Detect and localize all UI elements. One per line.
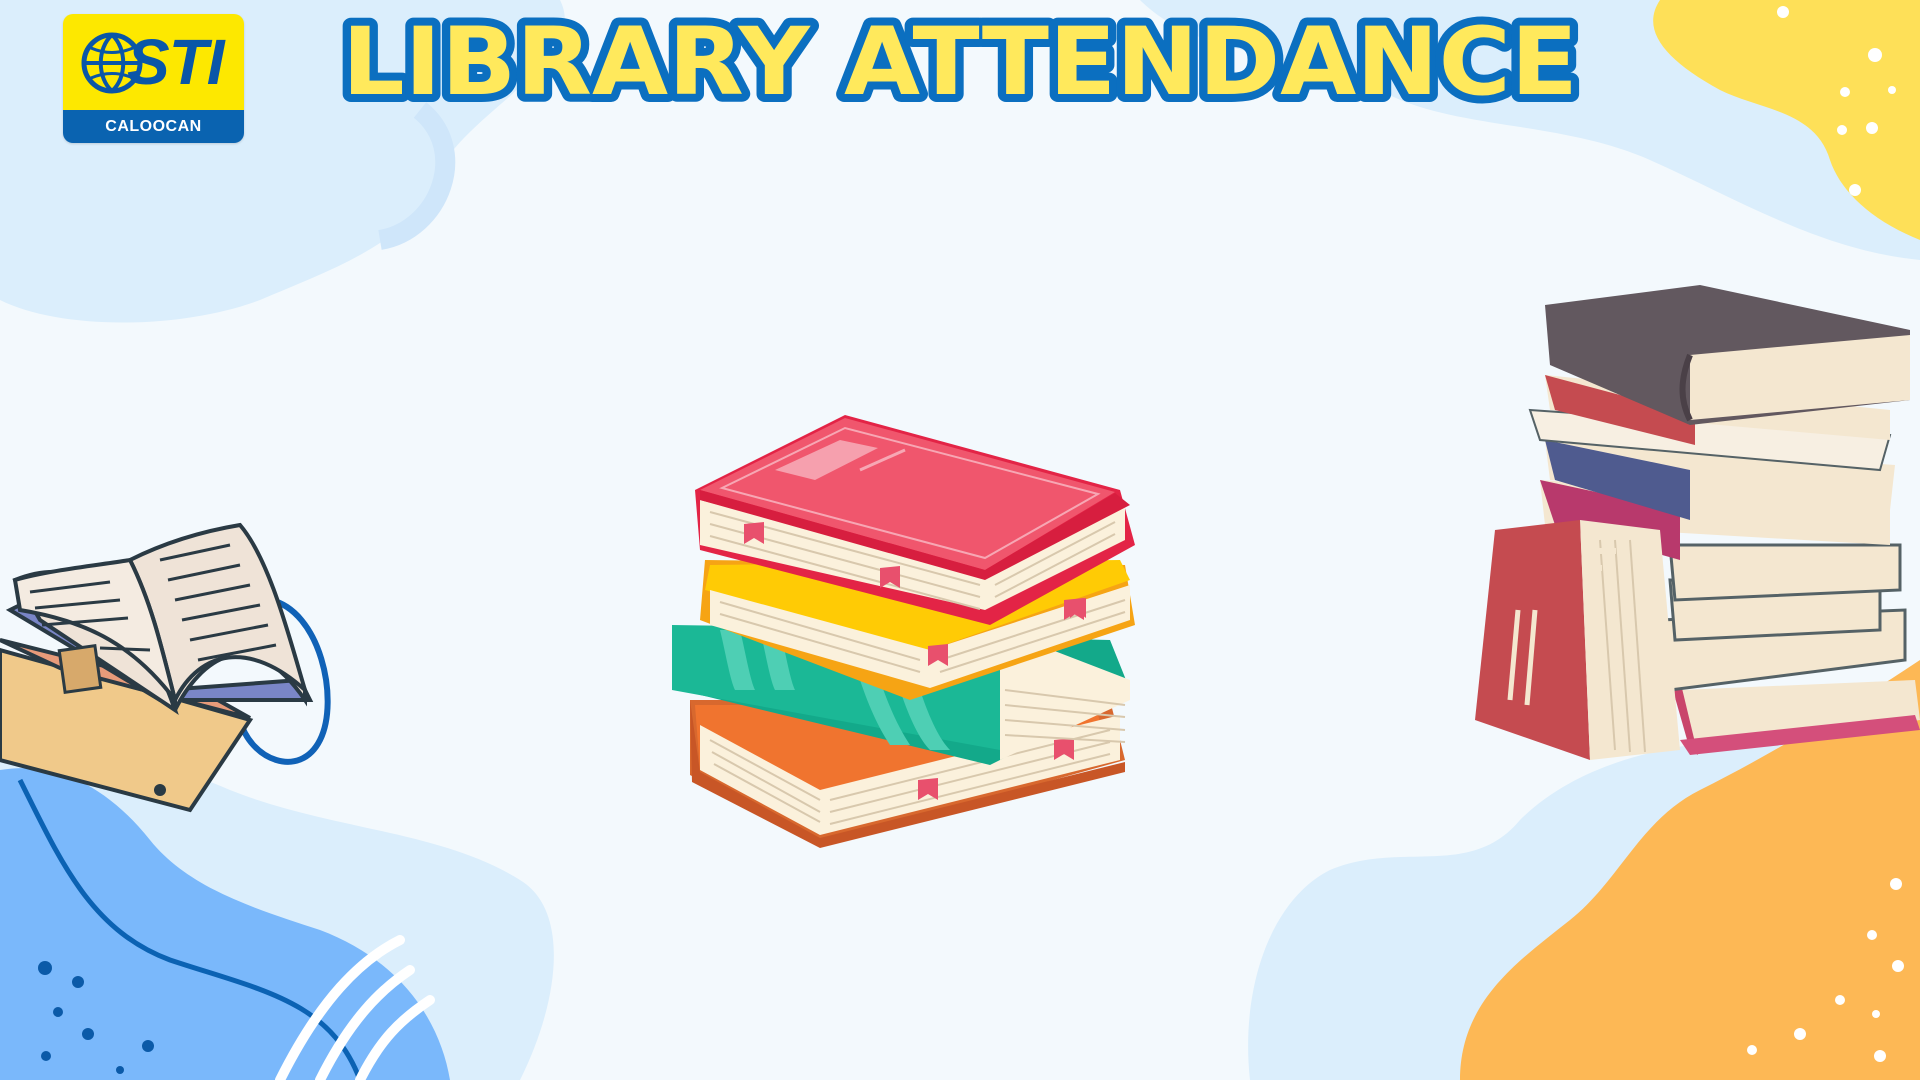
slide-canvas: STI CALOOCAN LIBRARY ATTENDANCE LIBRARY … xyxy=(0,0,1920,1080)
logo-campus-label: CALOOCAN xyxy=(63,110,244,143)
page-title-fill: LIBRARY ATTENDANCE xyxy=(342,8,1578,116)
page-title: LIBRARY ATTENDANCE LIBRARY ATTENDANCE xyxy=(334,6,1586,116)
book-pile-illustration xyxy=(1475,285,1920,760)
logo-brand-text: STI xyxy=(127,26,225,98)
sti-caloocan-logo: STI CALOOCAN xyxy=(63,14,244,143)
